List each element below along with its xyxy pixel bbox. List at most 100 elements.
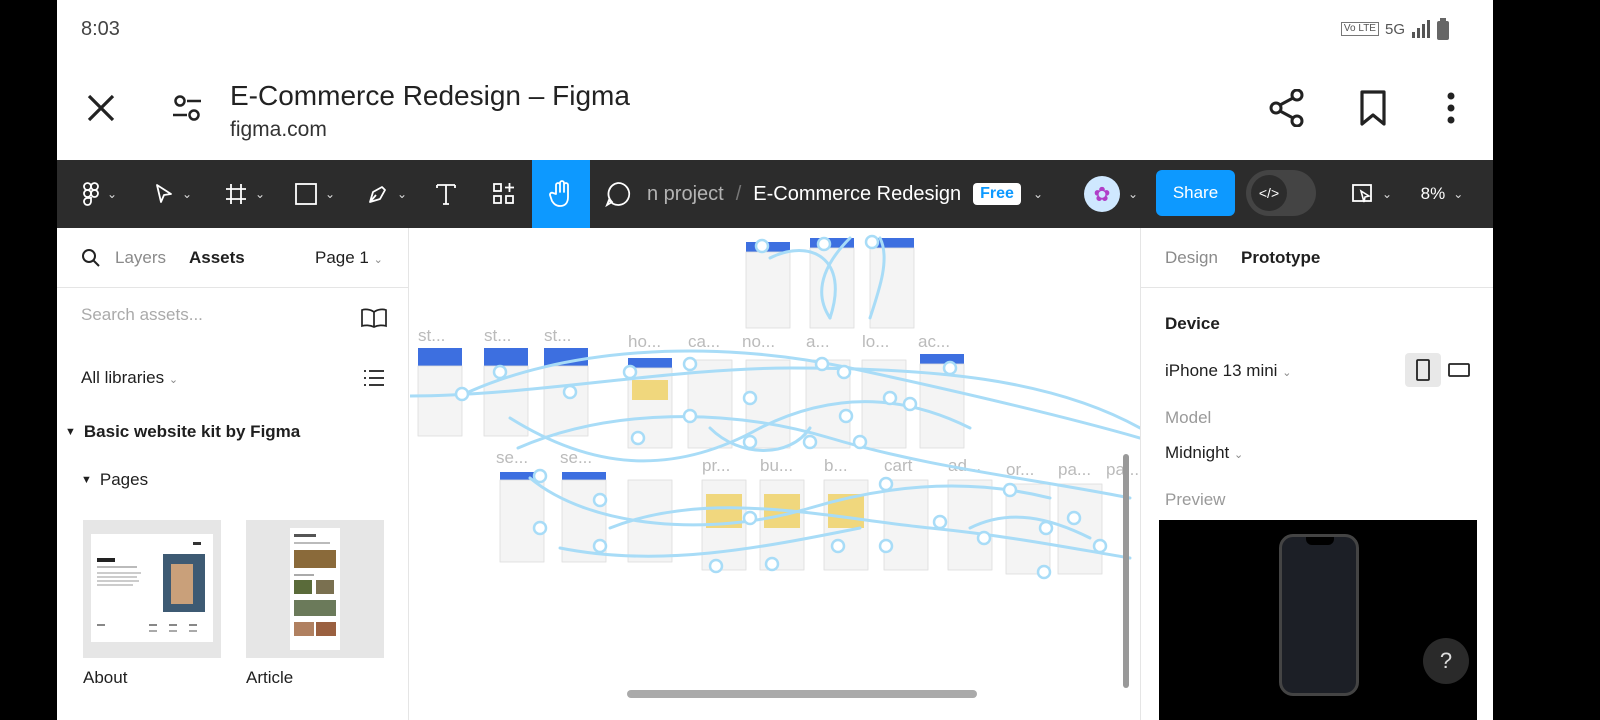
frame-icon bbox=[225, 184, 246, 204]
right-panel-tabs: Design Prototype bbox=[1141, 228, 1493, 288]
tab-assets[interactable]: Assets bbox=[189, 248, 245, 268]
flow-node bbox=[878, 538, 894, 554]
flow-node bbox=[816, 236, 832, 252]
phone-notch bbox=[1306, 537, 1334, 545]
flow-node bbox=[802, 434, 818, 450]
browser-window: 8:03 Vo LTE 5G E-Commerce Redesign – Fig… bbox=[57, 0, 1493, 720]
close-icon[interactable] bbox=[81, 88, 121, 128]
portrait-icon bbox=[1416, 359, 1430, 381]
page-selector[interactable]: Page 1 ⌄ bbox=[315, 248, 383, 268]
site-settings-icon[interactable] bbox=[167, 88, 207, 128]
flow-node bbox=[532, 468, 548, 484]
move-tool[interactable]: ⌄ bbox=[145, 160, 201, 228]
page-selector-label: Page 1 bbox=[315, 248, 369, 267]
cursor-icon bbox=[156, 184, 172, 203]
frame-thumbnail bbox=[1057, 483, 1103, 575]
flow-node bbox=[1038, 520, 1054, 536]
user-avatar-menu[interactable]: ✿ ⌄ bbox=[1075, 160, 1147, 228]
flow-node bbox=[1092, 538, 1108, 554]
library-book-icon[interactable] bbox=[361, 308, 387, 328]
flow-node bbox=[592, 538, 608, 554]
about-page-preview bbox=[91, 534, 213, 642]
tab-design[interactable]: Design bbox=[1165, 248, 1218, 268]
main-menu-button[interactable]: ⌄ bbox=[69, 160, 131, 228]
shape-tool[interactable]: ⌄ bbox=[287, 160, 343, 228]
prototype-flow-diagram bbox=[410, 234, 1140, 580]
hand-tool[interactable] bbox=[532, 160, 590, 228]
avatar: ✿ bbox=[1083, 176, 1120, 212]
bookmark-icon[interactable] bbox=[1353, 88, 1393, 128]
chevron-down-icon: ⌄ bbox=[1282, 367, 1292, 379]
status-bar: 8:03 Vo LTE 5G bbox=[57, 0, 1493, 60]
portrait-orientation-button[interactable] bbox=[1405, 353, 1441, 387]
present-button[interactable]: ⌄ bbox=[1347, 160, 1397, 228]
list-view-icon[interactable] bbox=[363, 368, 385, 388]
play-icon bbox=[1352, 184, 1372, 203]
model-heading: Model bbox=[1165, 408, 1212, 427]
signal-bars-icon bbox=[1412, 20, 1430, 38]
dev-mode-toggle[interactable]: </> bbox=[1246, 170, 1316, 216]
page-url[interactable]: figma.com bbox=[230, 118, 327, 142]
page-thumbnail-label: Article bbox=[246, 668, 294, 687]
share-button[interactable]: Share bbox=[1156, 170, 1235, 216]
flow-node bbox=[532, 520, 548, 536]
tab-prototype[interactable]: Prototype bbox=[1241, 248, 1320, 268]
resources-tool[interactable] bbox=[483, 160, 525, 228]
comment-tool[interactable] bbox=[597, 160, 639, 228]
help-button[interactable]: ? bbox=[1423, 638, 1469, 684]
share-icon[interactable] bbox=[1267, 88, 1307, 128]
network-type: 5G bbox=[1384, 20, 1405, 38]
frame-thumbnail bbox=[418, 348, 462, 366]
device-preview[interactable]: ? bbox=[1159, 520, 1477, 720]
library-kit-heading[interactable]: ▼ Basic website kit by Figma bbox=[65, 422, 300, 442]
page-thumbnail-article[interactable] bbox=[246, 520, 384, 658]
landscape-orientation-button[interactable] bbox=[1441, 353, 1477, 387]
search-icon[interactable] bbox=[81, 248, 101, 268]
phone-mockup bbox=[1279, 534, 1359, 696]
flow-node bbox=[814, 356, 830, 372]
frame-thumbnail bbox=[869, 247, 915, 329]
asset-search-row bbox=[57, 288, 408, 348]
frame-tool[interactable]: ⌄ bbox=[217, 160, 273, 228]
chevron-down-icon: ⌄ bbox=[168, 374, 179, 386]
plan-badge: Free bbox=[973, 183, 1021, 205]
status-time: 8:03 bbox=[81, 18, 120, 40]
pages-heading-label: Pages bbox=[99, 470, 149, 489]
canvas-horizontal-scrollbar[interactable] bbox=[627, 690, 977, 698]
canvas-vertical-scrollbar[interactable] bbox=[1123, 454, 1129, 688]
frame-thumbnail bbox=[632, 380, 668, 400]
chevron-down-icon: ⌄ bbox=[254, 187, 266, 201]
flow-node bbox=[754, 238, 770, 254]
file-name[interactable]: E-Commerce Redesign bbox=[753, 183, 961, 206]
libraries-filter[interactable]: All libraries ⌄ bbox=[81, 368, 178, 388]
text-icon bbox=[436, 184, 456, 205]
project-crumb[interactable]: n project bbox=[647, 183, 724, 206]
pen-tool[interactable]: ⌄ bbox=[359, 160, 415, 228]
tab-layers[interactable]: Layers bbox=[115, 248, 166, 268]
caret-down-icon: ▼ bbox=[65, 426, 76, 438]
page-thumbnail-about[interactable] bbox=[83, 520, 221, 658]
flow-node bbox=[838, 408, 854, 424]
pen-icon bbox=[369, 186, 386, 203]
frame-thumbnail bbox=[947, 479, 993, 571]
battery-icon bbox=[1437, 18, 1449, 40]
right-panel: Design Prototype Device iPhone 13 mini ⌄… bbox=[1140, 228, 1493, 720]
model-select[interactable]: Midnight ⌄ bbox=[1165, 443, 1243, 463]
flow-node bbox=[742, 434, 758, 450]
chevron-down-icon[interactable]: ⌄ bbox=[1033, 187, 1043, 201]
search-assets-input[interactable] bbox=[81, 305, 341, 325]
figma-toolbar: ⌄ ⌄ ⌄ ⌄ ⌄ n project / E-Commerce Redesig… bbox=[57, 160, 1493, 228]
device-select[interactable]: iPhone 13 mini ⌄ bbox=[1165, 361, 1291, 381]
flow-node bbox=[1036, 564, 1052, 580]
flow-node bbox=[764, 556, 780, 572]
chevron-down-icon: ⌄ bbox=[1127, 187, 1139, 201]
design-canvas[interactable]: st... st... st... ho... ca... no... a...… bbox=[410, 228, 1140, 720]
more-vert-icon[interactable] bbox=[1431, 88, 1471, 128]
chevron-down-icon: ⌄ bbox=[324, 187, 336, 201]
breadcrumb: n project / E-Commerce Redesign Free ⌄ bbox=[647, 160, 1043, 228]
article-page-preview bbox=[290, 528, 340, 650]
figma-logo-icon bbox=[83, 182, 99, 206]
zoom-menu[interactable]: 8% ⌄ bbox=[1411, 160, 1473, 228]
pages-heading[interactable]: ▼ Pages bbox=[81, 470, 148, 490]
text-tool[interactable] bbox=[425, 160, 467, 228]
